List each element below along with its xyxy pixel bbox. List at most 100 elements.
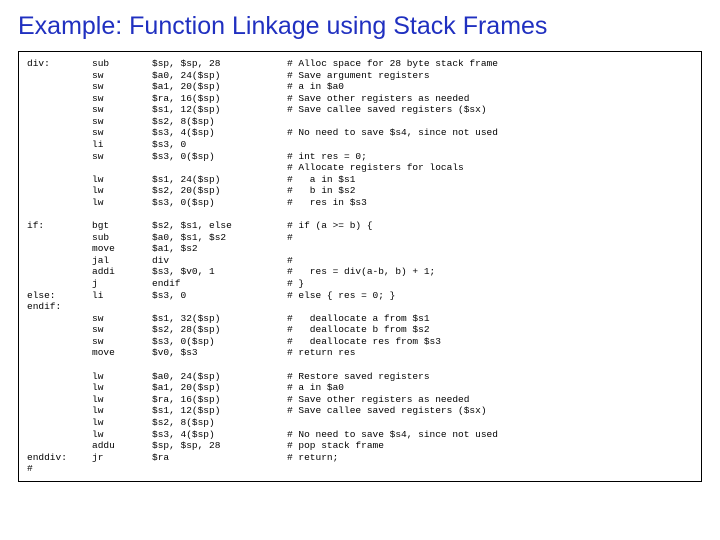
comment-col [287, 417, 693, 429]
comment-col: # No need to save $s4, since not used [287, 429, 693, 441]
label-col [27, 429, 92, 441]
operands-col: $v0, $s3 [152, 347, 287, 359]
opcode-col: lw [92, 371, 152, 383]
operands-col: $s2, 28($sp) [152, 324, 287, 336]
code-line: # [27, 463, 693, 475]
code-line: li$s3, 0 [27, 139, 693, 151]
operands-col: $a0, 24($sp) [152, 70, 287, 82]
operands-col: endif [152, 278, 287, 290]
comment-col: # deallocate res from $s3 [287, 336, 693, 348]
operands-col: $s3, 4($sp) [152, 429, 287, 441]
code-line: sw$s1, 12($sp)# Save callee saved regist… [27, 104, 693, 116]
label-col [27, 232, 92, 244]
code-line: move$v0, $s3# return res [27, 347, 693, 359]
code-line: sw$a0, 24($sp)# Save argument registers [27, 70, 693, 82]
code-line: sw$a1, 20($sp)# a in $a0 [27, 81, 693, 93]
label-col [27, 81, 92, 93]
opcode-col: lw [92, 394, 152, 406]
comment-col [287, 139, 693, 151]
label-col: # [27, 463, 92, 475]
opcode-col: lw [92, 417, 152, 429]
label-col: endif: [27, 301, 92, 313]
opcode-col: j [92, 278, 152, 290]
code-line: lw$s1, 12($sp)# Save callee saved regist… [27, 405, 693, 417]
label-col [27, 336, 92, 348]
label-col: else: [27, 290, 92, 302]
comment-col: # Allocate registers for locals [287, 162, 693, 174]
opcode-col: li [92, 139, 152, 151]
operands-col: $s2, 8($sp) [152, 116, 287, 128]
operands-col: $ra, 16($sp) [152, 394, 287, 406]
code-line: div:sub$sp, $sp, 28# Alloc space for 28 … [27, 58, 693, 70]
label-col: div: [27, 58, 92, 70]
label-col [27, 394, 92, 406]
code-line: jaldiv# [27, 255, 693, 267]
opcode-col: lw [92, 405, 152, 417]
comment-col: # Alloc space for 28 byte stack frame [287, 58, 693, 70]
code-line: lw$s3, 0($sp)# res in $s3 [27, 197, 693, 209]
operands-col: $s1, 24($sp) [152, 174, 287, 186]
comment-col [287, 463, 693, 475]
operands-col: $s3, 0($sp) [152, 336, 287, 348]
label-col [27, 417, 92, 429]
code-line: sub$a0, $s1, $s2# [27, 232, 693, 244]
code-line: move$a1, $s2 [27, 243, 693, 255]
operands-col: $s3, $v0, 1 [152, 266, 287, 278]
comment-col: # No need to save $s4, since not used [287, 127, 693, 139]
code-line: lw$a1, 20($sp)# a in $a0 [27, 382, 693, 394]
operands-col: $a1, 20($sp) [152, 382, 287, 394]
operands-col: $s3, 0($sp) [152, 197, 287, 209]
code-line: addu$sp, $sp, 28# pop stack frame [27, 440, 693, 452]
operands-col: $a1, $s2 [152, 243, 287, 255]
code-line: lw$a0, 24($sp)# Restore saved registers [27, 371, 693, 383]
slide: Example: Function Linkage using Stack Fr… [0, 0, 720, 540]
label-col [27, 197, 92, 209]
comment-col [287, 116, 693, 128]
label-col [27, 116, 92, 128]
operands-col: $ra, 16($sp) [152, 93, 287, 105]
opcode-col: sw [92, 93, 152, 105]
code-line: sw$ra, 16($sp)# Save other registers as … [27, 93, 693, 105]
opcode-col [92, 301, 152, 313]
label-col [27, 127, 92, 139]
comment-col: # return; [287, 452, 693, 464]
label-col: enddiv: [27, 452, 92, 464]
comment-col: # Save other registers as needed [287, 93, 693, 105]
opcode-col: lw [92, 197, 152, 209]
code-line: lw$s3, 4($sp)# No need to save $s4, sinc… [27, 429, 693, 441]
opcode-col: sw [92, 116, 152, 128]
code-line: lw$ra, 16($sp)# Save other registers as … [27, 394, 693, 406]
label-col [27, 70, 92, 82]
operands-col: $sp, $sp, 28 [152, 440, 287, 452]
opcode-col: lw [92, 429, 152, 441]
label-col [27, 405, 92, 417]
operands-col [152, 301, 287, 313]
comment-col: # Save callee saved registers ($sx) [287, 405, 693, 417]
operands-col: $s2, $s1, else [152, 220, 287, 232]
comment-col: # [287, 255, 693, 267]
label-col [27, 185, 92, 197]
operands-col: $s2, 20($sp) [152, 185, 287, 197]
opcode-col: lw [92, 185, 152, 197]
code-line: # Allocate registers for locals [27, 162, 693, 174]
code-line: endif: [27, 301, 693, 313]
code-line: sw$s2, 28($sp)# deallocate b from $s2 [27, 324, 693, 336]
opcode-col: jr [92, 452, 152, 464]
label-col [27, 266, 92, 278]
opcode-col: li [92, 290, 152, 302]
opcode-col [92, 162, 152, 174]
opcode-col: sub [92, 232, 152, 244]
opcode-col: sub [92, 58, 152, 70]
comment-col: # else { res = 0; } [287, 290, 693, 302]
comment-col: # pop stack frame [287, 440, 693, 452]
opcode-col: addu [92, 440, 152, 452]
comment-col: # return res [287, 347, 693, 359]
comment-col: # a in $s1 [287, 174, 693, 186]
comment-col: # if (a >= b) { [287, 220, 693, 232]
blank-line [27, 359, 693, 371]
code-line: lw$s2, 8($sp) [27, 417, 693, 429]
opcode-col: move [92, 243, 152, 255]
opcode-col: addi [92, 266, 152, 278]
operands-col: $sp, $sp, 28 [152, 58, 287, 70]
label-col [27, 93, 92, 105]
